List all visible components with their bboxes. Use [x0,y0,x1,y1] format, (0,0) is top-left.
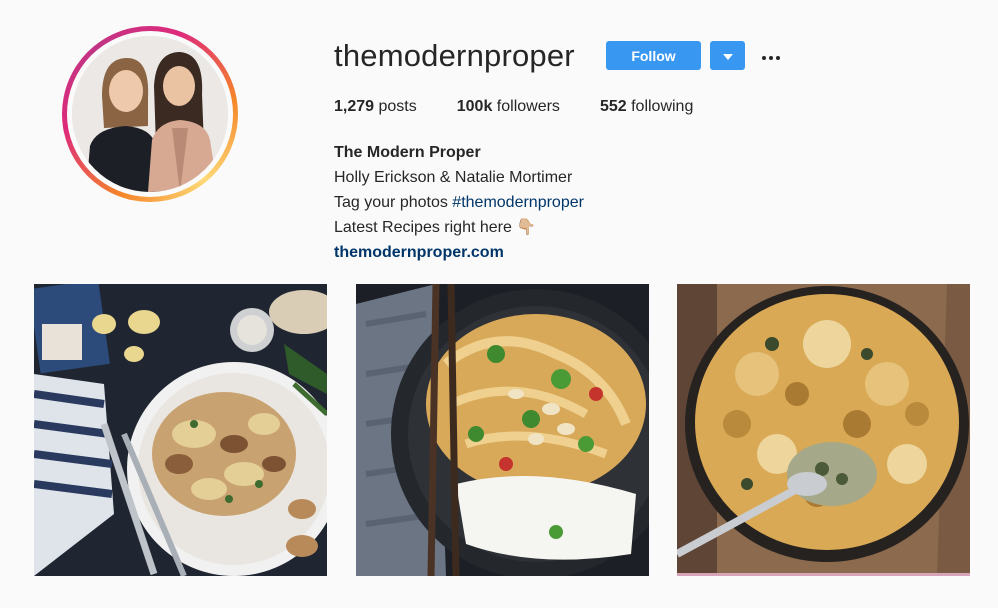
bio-line-names: Holly Erickson & Natalie Mortimer [334,169,573,186]
post-thumbnail[interactable] [356,284,649,576]
profile-page: themodernproper Follow 1,279 posts 100k … [0,0,998,608]
chevron-down-icon [722,48,733,63]
posts-stat: 1,279 posts [334,98,417,116]
posts-count: 1,279 [334,98,375,115]
website-link[interactable]: themodernproper.com [334,244,504,261]
story-ring[interactable] [62,26,238,202]
more-options-button[interactable] [756,42,786,68]
post-image-curry-noodles [356,284,649,576]
more-options-icon [762,48,780,63]
following-count: 552 [599,98,627,115]
post-image-tortellini [34,284,327,576]
post-image-artichoke-dip [677,284,970,576]
suggestions-dropdown-button[interactable] [710,41,745,70]
post-thumbnail[interactable] [34,284,327,576]
bio-line-recipes: Latest Recipes right here 👇🏼 [334,219,537,236]
bio-tag-prefix: Tag your photos [334,194,453,211]
username: themodernproper [334,38,575,73]
full-name: The Modern Proper [334,144,481,161]
posts-label: posts [378,98,417,115]
followers-label: followers [496,98,560,115]
profile-bio: The Modern Proper Holly Erickson & Natal… [334,140,584,265]
profile-stats: 1,279 posts 100k followers 552 following [334,98,733,116]
avatar[interactable] [72,36,228,192]
following-stat[interactable]: 552 following [600,98,693,116]
follow-button[interactable]: Follow [606,41,701,70]
post-thumbnail[interactable] [677,284,970,576]
followers-count: 100k [456,98,493,115]
following-label: following [631,98,694,115]
hashtag-link[interactable]: #themodernproper [452,194,584,211]
bio-line-tag: Tag your photos #themodernproper [334,190,584,215]
followers-stat[interactable]: 100k followers [457,98,560,116]
